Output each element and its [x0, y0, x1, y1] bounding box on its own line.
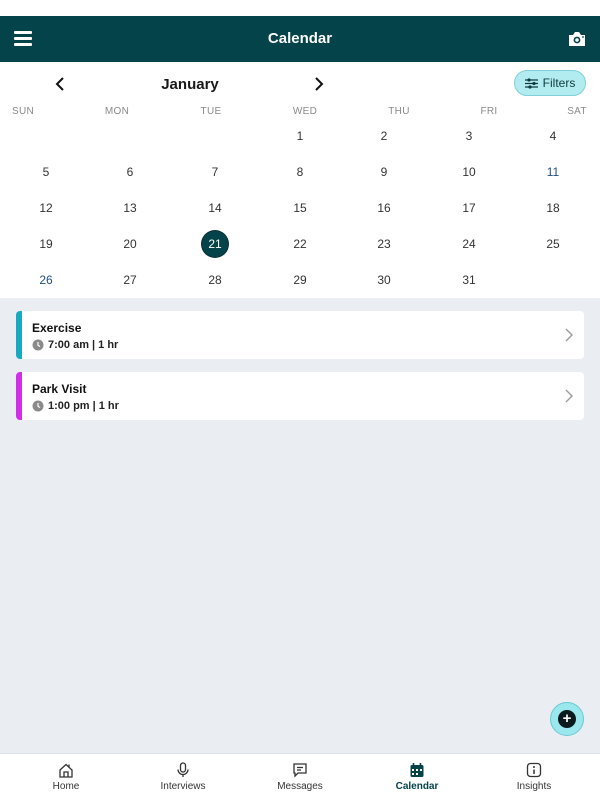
- tab-home[interactable]: Home: [6, 754, 126, 800]
- calendar-day[interactable]: 27: [117, 267, 143, 293]
- calendar-day[interactable]: 16: [371, 195, 397, 221]
- sliders-icon: [524, 77, 538, 89]
- selected-day[interactable]: 21: [202, 231, 228, 257]
- calendar-day[interactable]: 25: [540, 231, 566, 257]
- month-navigation: January Filters: [0, 62, 600, 106]
- chevron-right-icon: [565, 389, 573, 403]
- calendar-day[interactable]: 29: [287, 267, 313, 293]
- weekday-wed: WED: [292, 106, 318, 117]
- calendar-day[interactable]: 24: [456, 231, 482, 257]
- calendar-grid: 1 2 3 4 5 6 7 8 9 10 11 12 13 14 15 16 17 18 19 20 21 22 23 24 2…: [0, 118, 600, 298]
- calendar-day[interactable]: 12: [33, 195, 59, 221]
- event-color-stripe: [16, 372, 22, 420]
- calendar-day[interactable]: 18: [540, 195, 566, 221]
- calendar-day[interactable]: 4: [540, 123, 566, 149]
- calendar-day[interactable]: 2: [371, 123, 397, 149]
- clock-icon: [32, 400, 44, 412]
- tab-label: Home: [52, 781, 80, 792]
- calendar-day[interactable]: 3: [456, 123, 482, 149]
- weekday-mon: MON: [104, 106, 130, 117]
- weekday-thu: THU: [388, 106, 410, 117]
- calendar-day[interactable]: 11: [540, 159, 566, 185]
- microphone-icon: [177, 762, 189, 777]
- add-event-button[interactable]: +: [550, 702, 584, 736]
- event-time: 7:00 am | 1 hr: [48, 339, 119, 351]
- calendar-day[interactable]: 23: [371, 231, 397, 257]
- tab-messages[interactable]: Messages: [240, 754, 360, 800]
- camera-icon[interactable]: [567, 30, 587, 48]
- calendar-day[interactable]: 10: [456, 159, 482, 185]
- event-title: Park Visit: [32, 382, 87, 396]
- event-card[interactable]: Park Visit 1:00 pm | 1 hr: [16, 372, 584, 420]
- weekday-fri: FRI: [480, 106, 498, 117]
- event-title: Exercise: [32, 321, 82, 335]
- calendar-day[interactable]: 26: [33, 267, 59, 293]
- chevron-right-icon: [565, 328, 573, 342]
- event-card[interactable]: Exercise 7:00 am | 1 hr: [16, 311, 584, 359]
- event-time: 1:00 pm | 1 hr: [48, 400, 119, 412]
- weekday-tue: TUE: [200, 106, 222, 117]
- info-icon: [526, 762, 542, 778]
- calendar-day[interactable]: 17: [456, 195, 482, 221]
- calendar-day[interactable]: 9: [371, 159, 397, 185]
- tab-label: Insights: [516, 781, 552, 792]
- page-title: Calendar: [267, 30, 333, 47]
- tab-label: Interviews: [160, 781, 206, 792]
- event-color-stripe: [16, 311, 22, 359]
- tab-calendar[interactable]: Calendar: [357, 754, 477, 800]
- calendar-day[interactable]: 8: [287, 159, 313, 185]
- calendar-day[interactable]: 1: [287, 123, 313, 149]
- events-list: Exercise 7:00 am | 1 hr Park Visit 1:00 pm …: [0, 298, 600, 753]
- weekday-sat: SAT: [567, 106, 587, 117]
- tab-interviews[interactable]: Interviews: [123, 754, 243, 800]
- calendar-day[interactable]: 20: [117, 231, 143, 257]
- bottom-tab-bar: Home Interviews Messages Calendar Insights: [0, 753, 600, 800]
- month-label: January: [161, 76, 219, 93]
- tab-insights[interactable]: Insights: [474, 754, 594, 800]
- tab-label: Messages: [277, 781, 323, 792]
- calendar-day[interactable]: 30: [371, 267, 397, 293]
- previous-month-chevron-icon[interactable]: [53, 76, 67, 92]
- calendar-day[interactable]: 6: [117, 159, 143, 185]
- clock-icon: [32, 339, 44, 351]
- weekday-sun: SUN: [11, 106, 34, 117]
- filters-label: Filters: [542, 76, 576, 90]
- message-icon: [293, 763, 307, 778]
- next-month-chevron-icon[interactable]: [312, 76, 326, 92]
- tab-label: Calendar: [395, 781, 439, 792]
- calendar-panel: January Filters SUN MON TUE WED THU FRI SAT 12…: [0, 62, 600, 298]
- calendar-day[interactable]: 31: [456, 267, 482, 293]
- app-header: Calendar: [0, 16, 600, 62]
- home-icon: [59, 763, 73, 778]
- calendar-icon: [410, 763, 424, 777]
- calendar-day[interactable]: 15: [287, 195, 313, 221]
- calendar-day[interactable]: 28: [202, 267, 228, 293]
- calendar-day[interactable]: 19: [33, 231, 59, 257]
- calendar-day[interactable]: 13: [117, 195, 143, 221]
- filters-button[interactable]: Filters: [514, 70, 586, 96]
- plus-icon: +: [558, 710, 576, 728]
- calendar-day[interactable]: 5: [33, 159, 59, 185]
- calendar-day[interactable]: 14: [202, 195, 228, 221]
- calendar-day[interactable]: 7: [202, 159, 228, 185]
- calendar-day[interactable]: 22: [287, 231, 313, 257]
- status-bar: [0, 0, 600, 16]
